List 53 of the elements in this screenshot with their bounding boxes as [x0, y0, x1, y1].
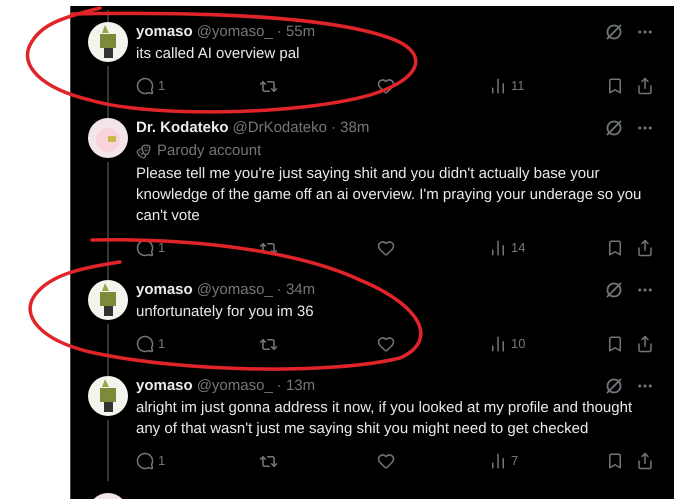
post-text: knowledge of the game off an ai overview. I'm praying your underage so you	[136, 185, 642, 205]
bookmark-icon[interactable]	[606, 335, 624, 353]
user-handle[interactable]: @DrKodateko	[232, 116, 327, 140]
bookmark-icon[interactable]	[606, 239, 624, 257]
like-icon[interactable]	[377, 77, 395, 95]
user-handle[interactable]: @yomaso_	[196, 374, 273, 398]
reply-button[interactable]: 1	[136, 238, 166, 258]
views-button[interactable]: 14	[489, 238, 526, 258]
parody-label: Parody account	[157, 140, 262, 161]
post-text: Please tell me you're just saying shit and you didn't actually base your	[136, 164, 600, 184]
post-time[interactable]: · 55m	[276, 20, 316, 44]
bar-chart-icon	[489, 452, 507, 470]
views-button[interactable]: 7	[489, 451, 518, 471]
post-text: unfortunately for you im 36	[136, 302, 315, 322]
bookmark-icon[interactable]	[606, 77, 624, 95]
display-name[interactable]: yomaso	[136, 278, 193, 302]
post-text: any of that wasn't just me saying shit you might need to get checked	[136, 419, 590, 439]
share-icon[interactable]	[636, 239, 654, 257]
post-text: can't vote	[136, 206, 201, 226]
post-time[interactable]: · 38m	[330, 116, 370, 140]
speech-bubble-icon	[136, 239, 154, 257]
display-name[interactable]: yomaso	[136, 374, 193, 398]
like-icon[interactable]	[377, 239, 395, 257]
display-name[interactable]: Dr. Kodateko	[136, 116, 229, 140]
speech-bubble-icon	[136, 335, 154, 353]
share-icon[interactable]	[636, 77, 654, 95]
like-icon[interactable]	[377, 452, 395, 470]
reply-button[interactable]: 1	[136, 451, 166, 471]
reply-button[interactable]: 1	[136, 76, 166, 96]
post-text: its called AI overview pal	[136, 44, 300, 64]
user-handle[interactable]: @yomaso_	[196, 20, 273, 44]
avatar-image[interactable]	[88, 376, 128, 416]
post-time[interactable]: · 34m	[276, 278, 316, 302]
like-icon[interactable]	[377, 335, 395, 353]
speech-bubble-icon	[136, 452, 154, 470]
bookmark-icon[interactable]	[606, 452, 624, 470]
bar-chart-icon	[489, 77, 507, 95]
post-text: alright im just gonna address it now, if you looked at my profile and thought	[136, 398, 634, 418]
avatar-image[interactable]	[88, 22, 128, 62]
reply-button[interactable]: 1	[136, 334, 166, 354]
views-button[interactable]: 10	[489, 334, 526, 354]
mask-icon	[136, 144, 151, 158]
display-name[interactable]: yomaso	[136, 20, 193, 44]
post-time[interactable]: · 13m	[276, 374, 316, 398]
avatar-image[interactable]	[88, 118, 128, 158]
avatar-image[interactable]	[88, 280, 128, 320]
share-icon[interactable]	[636, 452, 654, 470]
views-button[interactable]: 11	[489, 76, 524, 96]
share-icon[interactable]	[636, 335, 654, 353]
user-handle[interactable]: @yomaso_	[196, 278, 273, 302]
speech-bubble-icon	[136, 77, 154, 95]
bar-chart-icon	[489, 335, 507, 353]
bar-chart-icon	[489, 239, 507, 257]
